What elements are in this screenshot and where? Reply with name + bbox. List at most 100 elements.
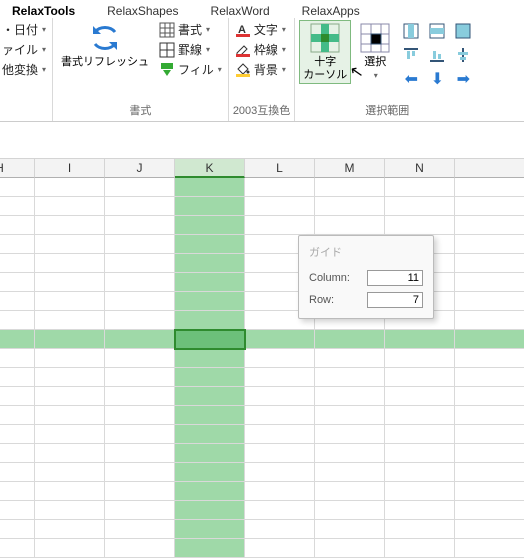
grid-cell[interactable]: [385, 368, 455, 387]
bg-color-menu[interactable]: 背景▾: [233, 60, 288, 79]
fill-menu[interactable]: フィル▾: [157, 60, 224, 79]
col-header[interactable]: I: [35, 158, 105, 178]
col-header[interactable]: M: [315, 158, 385, 178]
grid-cell[interactable]: [35, 178, 105, 197]
grid-cell[interactable]: [245, 349, 315, 368]
grid-cell[interactable]: [35, 197, 105, 216]
grid-cell[interactable]: [245, 482, 315, 501]
grid-cell[interactable]: [245, 501, 315, 520]
grid-cell[interactable]: [315, 444, 385, 463]
grid-cell[interactable]: [455, 349, 524, 368]
grid-cell[interactable]: [0, 387, 35, 406]
select-button[interactable]: 選択 ▾: [355, 20, 395, 83]
grid-cell[interactable]: [105, 463, 175, 482]
grid-cell[interactable]: [35, 216, 105, 235]
grid-cell[interactable]: [315, 216, 385, 235]
grid-cell[interactable]: [455, 463, 524, 482]
date-menu[interactable]: ・日付▾: [0, 20, 48, 39]
grid-cell[interactable]: [455, 387, 524, 406]
grid-cell[interactable]: [455, 235, 524, 254]
col-header-selected[interactable]: K: [175, 158, 245, 178]
grid-cell[interactable]: [245, 330, 315, 349]
grid-cell[interactable]: [455, 216, 524, 235]
grid-cell[interactable]: [105, 520, 175, 539]
tab-relaxword[interactable]: RelaxWord: [207, 2, 274, 18]
grid-cell[interactable]: [35, 311, 105, 330]
grid-cell[interactable]: [35, 444, 105, 463]
convert-menu[interactable]: 他変換▾: [0, 60, 48, 79]
grid-cell[interactable]: [455, 406, 524, 425]
grid-cell[interactable]: [455, 482, 524, 501]
grid-cell[interactable]: [315, 520, 385, 539]
grid-cell[interactable]: [315, 482, 385, 501]
align-bottom-button[interactable]: [425, 44, 449, 66]
col-header[interactable]: L: [245, 158, 315, 178]
grid-cell[interactable]: [385, 520, 455, 539]
grid-cell[interactable]: [455, 520, 524, 539]
cross-cursor-button[interactable]: 十字 カーソル: [299, 20, 351, 84]
font-color-menu[interactable]: A文字▾: [233, 20, 288, 39]
grid-cell[interactable]: [315, 406, 385, 425]
grid-cell[interactable]: [0, 520, 35, 539]
grid-cell[interactable]: [175, 463, 245, 482]
grid-cell[interactable]: [35, 406, 105, 425]
grid-cell[interactable]: [315, 368, 385, 387]
grid-cell[interactable]: [245, 463, 315, 482]
grid-cell[interactable]: [105, 178, 175, 197]
grid-cell[interactable]: [0, 292, 35, 311]
grid-cell[interactable]: [315, 425, 385, 444]
grid-cell[interactable]: [315, 178, 385, 197]
grid-cell[interactable]: [385, 387, 455, 406]
grid-cell[interactable]: [0, 425, 35, 444]
grid-cell[interactable]: [105, 368, 175, 387]
grid-cell[interactable]: [0, 311, 35, 330]
grid-cell[interactable]: [175, 520, 245, 539]
grid-cell[interactable]: [175, 178, 245, 197]
grid-cell[interactable]: [455, 178, 524, 197]
grid-cell[interactable]: [105, 349, 175, 368]
grid-cell[interactable]: [0, 501, 35, 520]
grid-cell[interactable]: [315, 330, 385, 349]
merge-all-button[interactable]: [451, 20, 475, 42]
grid-cell[interactable]: [35, 482, 105, 501]
grid-cell[interactable]: [175, 235, 245, 254]
grid-cell[interactable]: [175, 501, 245, 520]
outline-color-menu[interactable]: 枠線▾: [233, 40, 288, 59]
grid-cell[interactable]: [455, 273, 524, 292]
arrow-right-button[interactable]: ➡: [451, 68, 475, 90]
grid-cell[interactable]: [245, 444, 315, 463]
grid-cell[interactable]: [385, 482, 455, 501]
grid-cell[interactable]: [175, 425, 245, 444]
grid-cell[interactable]: [175, 292, 245, 311]
grid-cell[interactable]: [385, 349, 455, 368]
grid-cell[interactable]: [35, 425, 105, 444]
grid-cell[interactable]: [35, 463, 105, 482]
grid-cell[interactable]: [175, 368, 245, 387]
grid-cell[interactable]: [0, 482, 35, 501]
grid-cell[interactable]: [35, 292, 105, 311]
align-center-button[interactable]: [451, 44, 475, 66]
grid-cell[interactable]: [385, 501, 455, 520]
grid-cell[interactable]: [245, 387, 315, 406]
grid-cell[interactable]: [245, 216, 315, 235]
grid-cell[interactable]: [175, 197, 245, 216]
col-header[interactable]: N: [385, 158, 455, 178]
grid-cell[interactable]: [0, 349, 35, 368]
grid-cell[interactable]: [105, 482, 175, 501]
tab-relaxapps[interactable]: RelaxApps: [298, 2, 364, 18]
grid-cell[interactable]: [315, 349, 385, 368]
grid-cell[interactable]: [35, 368, 105, 387]
grid-cell[interactable]: [105, 406, 175, 425]
grid-cell[interactable]: [0, 406, 35, 425]
grid-cell[interactable]: [245, 425, 315, 444]
grid-cell[interactable]: [0, 368, 35, 387]
format-refresh-button[interactable]: 書式リフレッシュ: [57, 20, 153, 71]
grid-cell[interactable]: [35, 501, 105, 520]
grid-cell[interactable]: [0, 273, 35, 292]
grid-cell[interactable]: [455, 444, 524, 463]
grid-cell[interactable]: [105, 330, 175, 349]
grid-cell[interactable]: [245, 197, 315, 216]
grid-cell[interactable]: [105, 501, 175, 520]
grid-cell[interactable]: [385, 444, 455, 463]
grid-cell[interactable]: [105, 387, 175, 406]
